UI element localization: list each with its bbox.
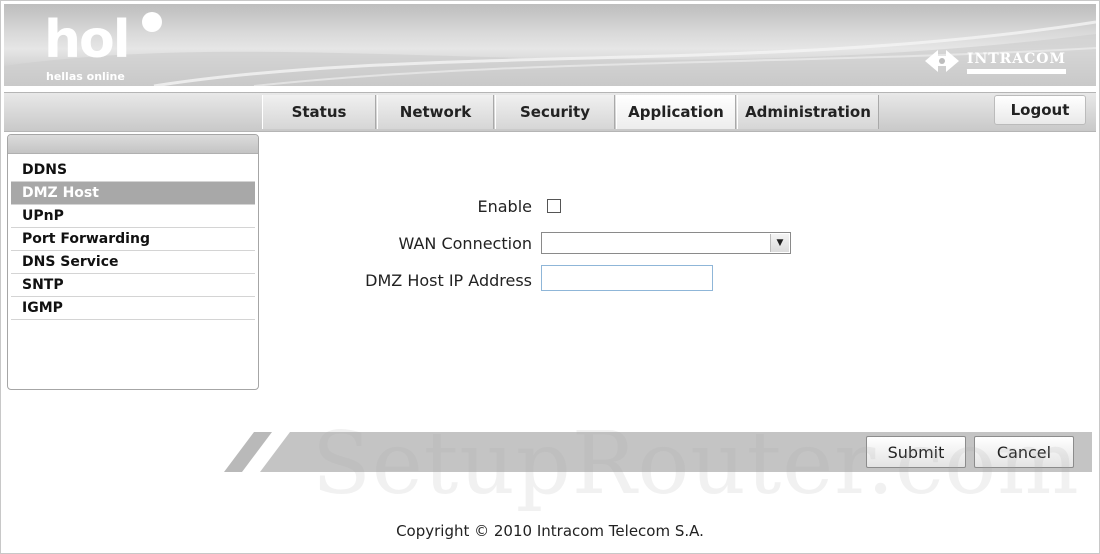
logo-dot-icon	[142, 12, 162, 32]
vendor-subtitle: TELECOM	[966, 69, 1066, 76]
tab-status[interactable]: Status	[262, 95, 376, 129]
dmz-host-ip-label: DMZ Host IP Address	[365, 271, 532, 290]
main-nav: Status Network Security Application Admi…	[4, 92, 1096, 132]
sidebar-item-ddns[interactable]: DDNS	[11, 159, 255, 182]
enable-label: Enable	[477, 197, 533, 216]
sidebar-item-dmz-host[interactable]: DMZ Host	[11, 182, 255, 205]
tab-application[interactable]: Application	[616, 95, 736, 129]
logout-button[interactable]: Logout	[994, 95, 1086, 125]
vendor-name: INTRACOM	[966, 51, 1066, 67]
sidebar-item-sntp[interactable]: SNTP	[11, 274, 255, 297]
brand-logo: hol hellas online	[44, 10, 162, 83]
enable-checkbox[interactable]	[547, 199, 561, 213]
vendor-logo: INTRACOM TELECOM	[924, 48, 1066, 76]
tab-security[interactable]: Security	[495, 95, 615, 129]
wan-connection-label: WAN Connection	[398, 234, 532, 253]
logo-text: hol	[44, 10, 131, 70]
sidebar-item-port-forwarding[interactable]: Port Forwarding	[11, 228, 255, 251]
sidebar-menu: DDNS DMZ Host UPnP Port Forwarding DNS S…	[11, 159, 255, 320]
sidebar-item-igmp[interactable]: IGMP	[11, 297, 255, 320]
dropdown-arrow-icon[interactable]: ▼	[770, 234, 789, 252]
submit-button[interactable]: Submit	[866, 436, 966, 468]
header-banner: hol hellas online INTRACOM TELECOM	[4, 4, 1096, 86]
cancel-button[interactable]: Cancel	[974, 436, 1074, 468]
dmz-host-ip-input[interactable]	[541, 265, 713, 291]
copyright-text: Copyright © 2010 Intracom Telecom S.A.	[396, 522, 704, 540]
intracom-arrow-icon	[924, 50, 959, 72]
sidebar-item-upnp[interactable]: UPnP	[11, 205, 255, 228]
sidebar: DDNS DMZ Host UPnP Port Forwarding DNS S…	[7, 134, 259, 390]
wan-connection-select[interactable]: ▼	[541, 232, 791, 254]
tab-administration[interactable]: Administration	[737, 95, 879, 129]
logo-tagline: hellas online	[46, 70, 125, 83]
tab-network[interactable]: Network	[377, 95, 494, 129]
sidebar-header	[8, 135, 258, 154]
sidebar-item-dns-service[interactable]: DNS Service	[11, 251, 255, 274]
